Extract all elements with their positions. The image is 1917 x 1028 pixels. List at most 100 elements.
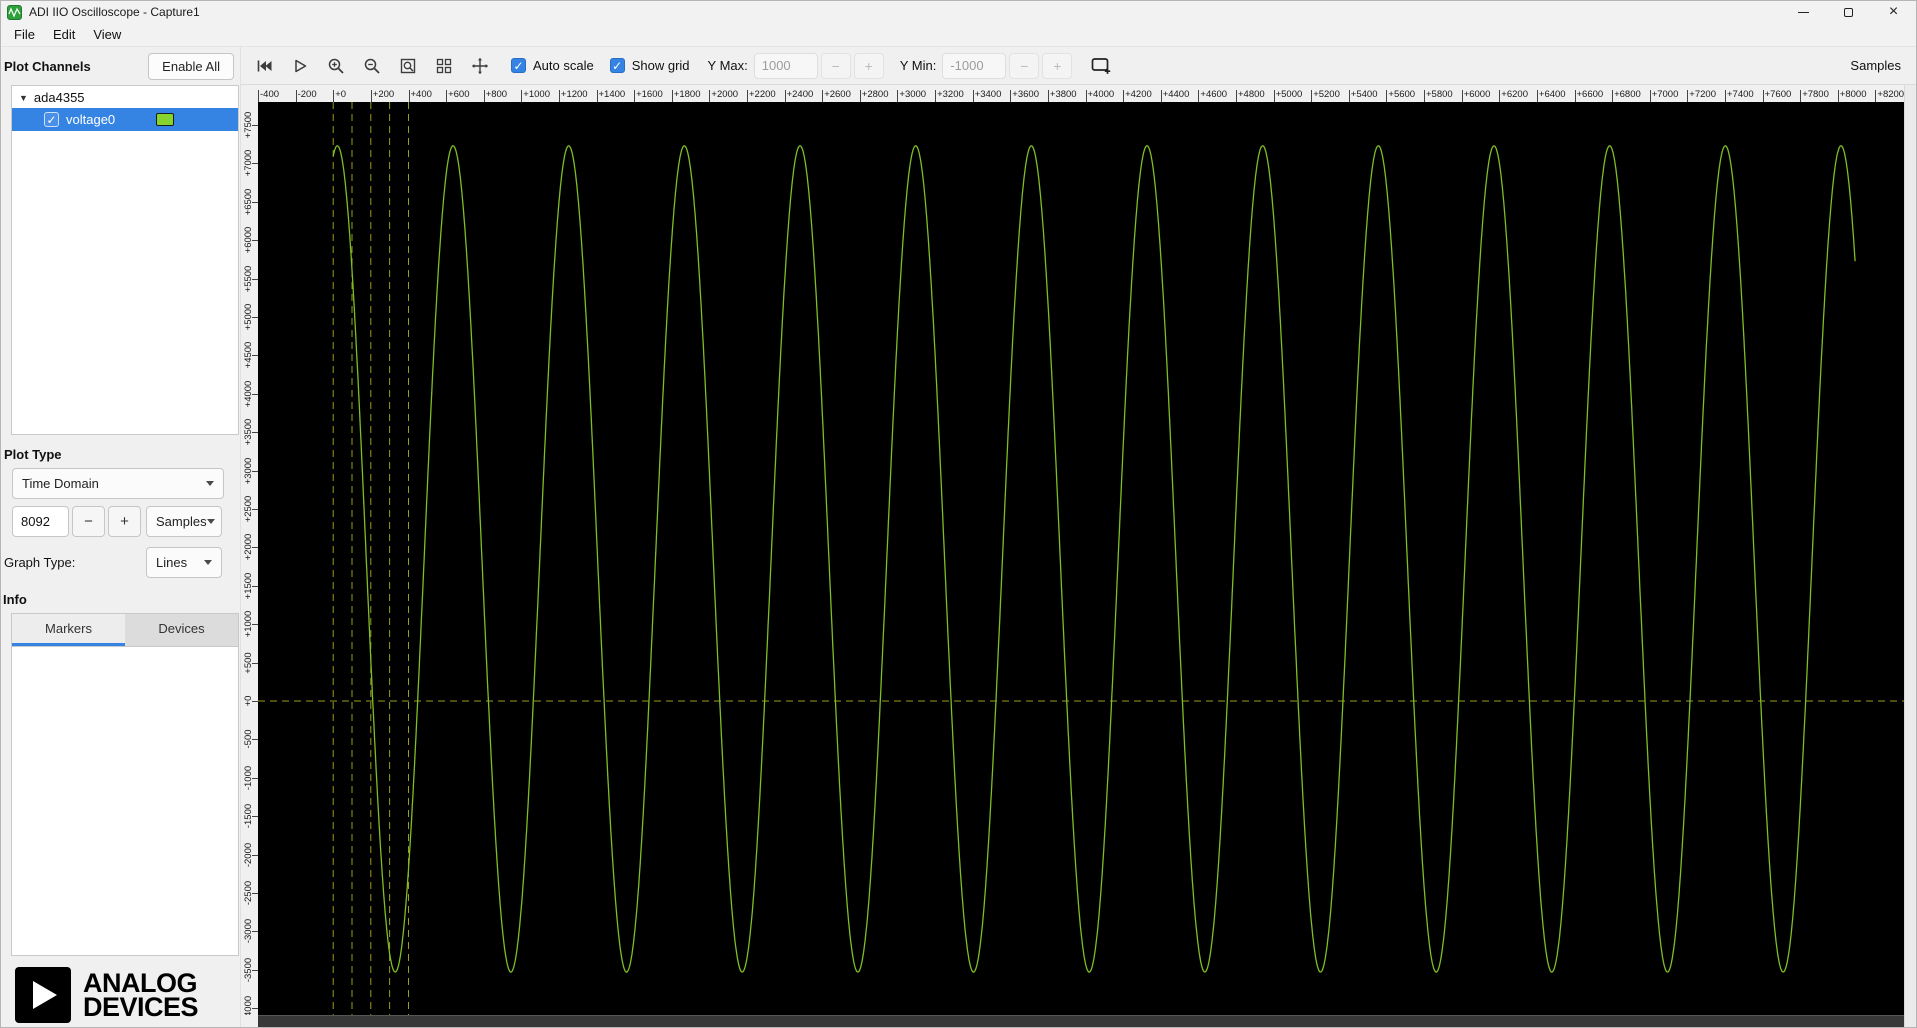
x-tick	[1725, 90, 1726, 102]
expander-icon[interactable]: ▼	[19, 93, 28, 103]
x-tick-label: +8000	[1839, 89, 1867, 100]
menu-edit[interactable]: Edit	[44, 24, 84, 45]
y-max-input[interactable]	[753, 52, 818, 79]
x-tick	[558, 90, 560, 102]
zoom-in-icon[interactable]	[321, 52, 351, 80]
x-tick-label: +400	[410, 89, 432, 100]
show-grid-checkbox[interactable]: ✓	[609, 58, 625, 73]
y-max-increment-button[interactable]: +	[853, 52, 884, 79]
y-min-input[interactable]	[942, 52, 1007, 79]
x-tick-label: +3600	[1012, 89, 1039, 100]
channel-name: voltage0	[66, 112, 116, 127]
x-tick	[408, 90, 410, 102]
menu-bar: File Edit View	[1, 23, 1916, 47]
x-tick-label: +7200	[1689, 89, 1716, 100]
x-tick-label: +3800	[1049, 89, 1077, 100]
y-tick-label: +7000	[243, 150, 254, 177]
y-tick-label: -4000	[243, 996, 254, 1015]
window-title: ADI IIO Oscilloscope - Capture1	[29, 5, 200, 19]
menu-view[interactable]: View	[84, 24, 130, 45]
y-tick-label: +1500	[243, 572, 254, 600]
x-tick-label: +2400	[786, 89, 814, 100]
auto-scale-group: ✓ Auto scale	[511, 58, 594, 73]
x-tick-label: +6000	[1463, 89, 1491, 100]
plot-area: -400 -200 +0 +200 +400 +600 +800 +1000 +1200 +140…	[241, 85, 1916, 1027]
channel-color-swatch[interactable]	[156, 113, 175, 126]
x-tick	[1236, 90, 1237, 102]
grid-squares-icon[interactable]	[429, 52, 459, 80]
auto-scale-checkbox[interactable]: ✓	[511, 58, 526, 73]
x-tick	[1348, 90, 1350, 102]
sample-count-input[interactable]	[12, 506, 69, 537]
x-tick-label: +2800	[861, 89, 889, 100]
minimize-button[interactable]	[1781, 1, 1826, 23]
x-tick-label: +4400	[1162, 89, 1190, 100]
y-tick-label: +6500	[243, 188, 254, 216]
channel-checkbox[interactable]: ✓	[44, 112, 59, 127]
y-tick-label: +6000	[243, 226, 254, 254]
x-tick-label: +7400	[1727, 89, 1754, 100]
x-tick-label: +5800	[1426, 89, 1453, 100]
maximize-button[interactable]	[1826, 1, 1871, 23]
x-tick-label: +5000	[1275, 89, 1303, 100]
x-tick-label: +2000	[711, 89, 739, 100]
plot-channels-header: Plot Channels Enable All	[1, 47, 240, 85]
x-tick-label: +0	[335, 89, 347, 100]
graph-type-dropdown[interactable]: Lines	[146, 547, 222, 578]
x-tick	[671, 90, 673, 102]
seek-start-icon[interactable]	[249, 52, 279, 80]
minimize-icon	[1798, 11, 1809, 13]
x-tick	[1612, 90, 1614, 102]
x-tick	[1273, 90, 1275, 102]
x-tick-label: +800	[485, 89, 508, 100]
horizontal-scrollbar[interactable]	[258, 1015, 1904, 1027]
new-plot-icon[interactable]	[1086, 52, 1116, 80]
x-tick-label: +5400	[1350, 89, 1378, 100]
zoom-fit-icon[interactable]	[393, 52, 423, 80]
sidebar: Plot Channels Enable All ▼ ada4355 ✓ vol…	[1, 47, 241, 1027]
plot-type-dropdown[interactable]: Time Domain	[12, 468, 224, 499]
x-tick	[1461, 90, 1463, 102]
x-tick	[258, 90, 259, 102]
app-window: ADI IIO Oscilloscope - Capture1 × File E…	[0, 0, 1917, 1028]
y-tick-label: -1000	[243, 765, 254, 790]
y-min-increment-button[interactable]: +	[1042, 52, 1073, 79]
x-tick-label: +3400	[974, 89, 1002, 100]
y-tick-label: -2500	[243, 880, 254, 906]
plot-column: ✓ Auto scale ✓ Show grid Y Max: − + Y Mi…	[241, 47, 1916, 1027]
plot-type-value: Time Domain	[22, 476, 99, 491]
sample-count-decrement-button[interactable]: −	[72, 506, 105, 537]
y-tick-label: -3500	[243, 957, 254, 982]
enable-all-button[interactable]: Enable All	[148, 52, 234, 80]
x-tick-label: -400	[260, 89, 280, 100]
tab-markers[interactable]: Markers	[12, 614, 125, 646]
x-tick	[333, 90, 335, 102]
sample-count-increment-button[interactable]: +	[108, 506, 141, 537]
play-icon[interactable]	[285, 52, 315, 80]
plot-canvas[interactable]	[258, 102, 1904, 1015]
move-icon[interactable]	[465, 52, 495, 80]
check-icon: ✓	[46, 112, 57, 127]
x-tick-label: +4800	[1238, 89, 1265, 100]
vertical-scrollbar[interactable]	[1904, 85, 1916, 1027]
y-max-decrement-button[interactable]: −	[820, 52, 851, 79]
zoom-out-icon[interactable]	[357, 52, 387, 80]
menu-file[interactable]: File	[5, 24, 44, 45]
y-min-decrement-button[interactable]: −	[1009, 52, 1040, 79]
x-tick	[822, 90, 824, 102]
channel-row[interactable]: ✓ voltage0	[12, 108, 238, 131]
close-button[interactable]: ×	[1871, 1, 1916, 23]
x-tick	[521, 90, 523, 102]
x-tick	[1123, 90, 1125, 102]
x-tick	[784, 90, 786, 102]
x-tick	[483, 90, 485, 102]
tab-devices[interactable]: Devices	[125, 614, 238, 646]
x-tick-label: +1600	[636, 89, 663, 100]
x-tick-label: +8200	[1877, 89, 1904, 100]
y-tick-label: +7500	[243, 111, 254, 139]
device-row[interactable]: ▼ ada4355	[12, 86, 238, 108]
y-tick-label: +5000	[243, 303, 254, 331]
show-grid-group: ✓ Show grid	[609, 58, 690, 73]
sample-unit-dropdown[interactable]: Samples	[146, 506, 222, 537]
check-icon: ✓	[513, 58, 524, 73]
